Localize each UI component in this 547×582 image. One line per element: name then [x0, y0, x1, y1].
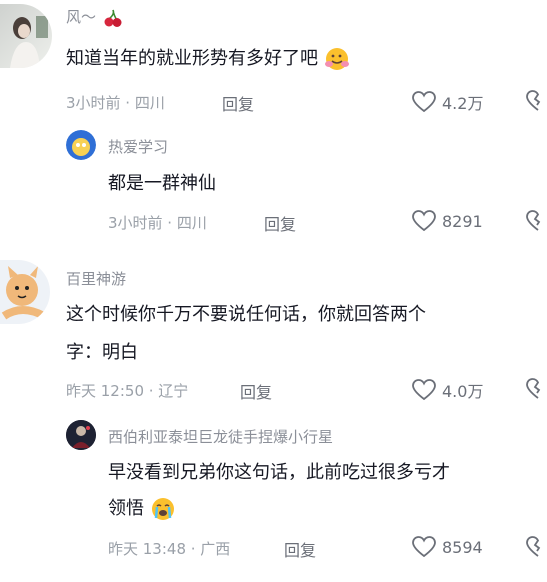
broken-heart-icon [526, 90, 541, 111]
cherry-emoji-icon [104, 9, 122, 27]
comment-text: 这个时候你千万不要说任何话，你就回答两个 字：明白 [66, 300, 536, 368]
reply-button[interactable]: 回复 [264, 211, 296, 235]
avatar-portrait-icon [10, 16, 48, 68]
avatar[interactable] [0, 4, 52, 68]
dislike-button[interactable] [526, 378, 547, 404]
crying-emoji-icon [151, 498, 174, 520]
avatar[interactable] [0, 260, 50, 324]
commenter-name[interactable]: 西伯利亚泰坦巨龙徒手捏爆小行星 [108, 426, 333, 447]
broken-heart-icon [526, 378, 541, 399]
reply-button[interactable]: 回复 [284, 537, 316, 561]
commenter-name[interactable]: 热爱学习 [108, 136, 168, 157]
like-button[interactable]: 4.2万 [412, 90, 483, 114]
like-count: 8291 [442, 211, 483, 231]
dislike-button[interactable] [526, 90, 547, 116]
comment-text: 知道当年的就业形势有多好了吧 [66, 44, 350, 74]
broken-heart-icon [526, 210, 541, 231]
comment-text-line: 领悟 [108, 494, 538, 524]
comment-text-line: 字：明白 [66, 342, 138, 363]
like-count: 4.0万 [442, 382, 484, 401]
like-button[interactable]: 8594 [412, 536, 483, 558]
hug-emoji-icon [324, 48, 349, 70]
heart-outline-icon [412, 91, 436, 113]
comment-time-location: 昨天 12:50 · 辽宁 [66, 382, 189, 400]
commenter-name[interactable]: 风～ [66, 6, 123, 28]
comment-text: 早没看到兄弟你这句话，此前吃过很多亏才 领悟 [108, 458, 538, 524]
heart-outline-icon [412, 536, 436, 558]
comment-time-location: 昨天 13:48 · 广西 [108, 540, 231, 558]
commenter-name[interactable]: 百里神游 [66, 268, 126, 289]
comment-text-line: 这个时候你千万不要说任何话，你就回答两个 [66, 304, 426, 325]
like-count: 4.2万 [442, 94, 484, 113]
comment-text: 都是一群神仙 [108, 173, 216, 194]
avatar-cartoon-icon [66, 130, 96, 160]
reply-button[interactable]: 回复 [240, 379, 272, 403]
broken-heart-icon [526, 536, 541, 557]
comment-text-line: 早没看到兄弟你这句话，此前吃过很多亏才 [108, 462, 450, 483]
like-count: 8594 [442, 537, 483, 557]
heart-outline-icon [412, 210, 436, 232]
reply-button[interactable]: 回复 [222, 91, 254, 115]
comment-time-location: 3小时前 · 四川 [66, 94, 165, 112]
dislike-button[interactable] [526, 210, 547, 236]
like-button[interactable]: 8291 [412, 210, 483, 232]
avatar[interactable] [66, 130, 96, 160]
avatar[interactable] [66, 420, 96, 450]
comment-time-location: 3小时前 · 四川 [108, 214, 207, 232]
avatar-figure-icon [66, 420, 96, 450]
dislike-button[interactable] [526, 536, 547, 562]
avatar-cat-meme-icon [1, 266, 46, 320]
heart-outline-icon [412, 379, 436, 401]
like-button[interactable]: 4.0万 [412, 378, 483, 402]
